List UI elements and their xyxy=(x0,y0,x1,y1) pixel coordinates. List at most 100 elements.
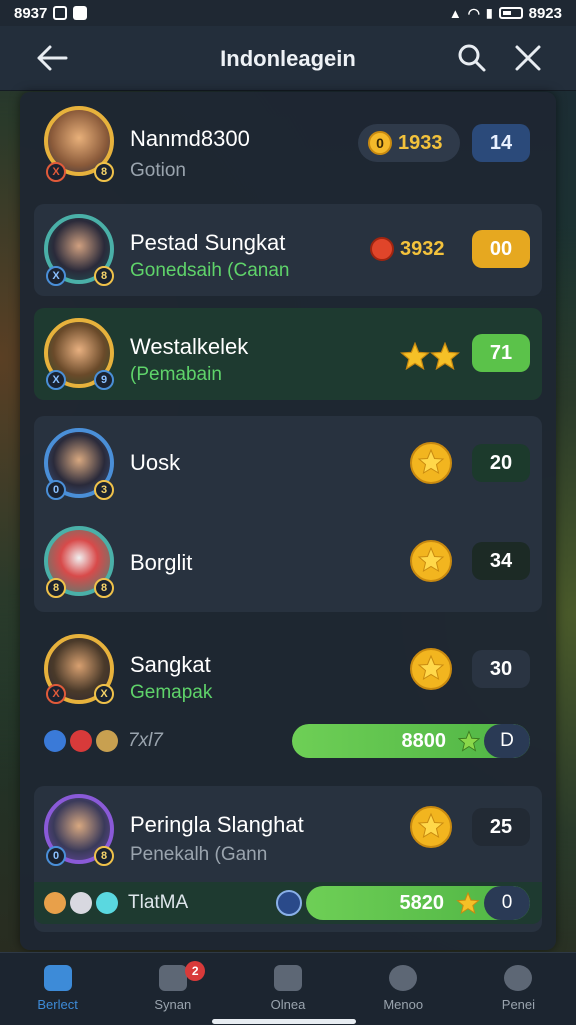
player-row[interactable]: 0 8 Peringla Slanghat Penekalh (Gann 25 … xyxy=(34,786,542,932)
wifi-icon: ◠ xyxy=(467,4,481,21)
player-row[interactable]: X X Sangkat Gemapak 30 7xl7 8800 D xyxy=(34,628,542,776)
progress-cap: 0 xyxy=(484,886,530,920)
player-badge: X xyxy=(46,684,66,704)
gem-value: 3932 xyxy=(400,237,445,260)
player-badge: 3 xyxy=(94,480,114,500)
player-badge: 8 xyxy=(94,162,114,182)
home-icon xyxy=(43,965,72,991)
chest-icon xyxy=(274,965,302,991)
rank-badge: 20 xyxy=(472,444,530,482)
star-icon xyxy=(400,342,430,370)
star-gem-icon xyxy=(44,892,66,914)
rank-badge: 71 xyxy=(472,334,530,372)
diamond-icon xyxy=(70,892,92,914)
player-name: Westalkelek xyxy=(130,334,249,359)
status-time-right: 8923 xyxy=(528,4,562,22)
player-row[interactable]: X 8 Pestad Sungkat Gonedsaih (Canan 3932… xyxy=(34,204,542,296)
player-name: Borglit xyxy=(130,550,193,575)
player-name: Pestad Sungkat xyxy=(130,230,286,255)
player-name: Nanmd8300 xyxy=(130,126,250,151)
player-badge: 9 xyxy=(94,370,114,390)
app-icon xyxy=(73,6,88,20)
star-coin-icon xyxy=(410,806,452,848)
sword-icon xyxy=(158,965,187,991)
player-badge: X xyxy=(46,370,66,390)
bottom-tab-bar: Berlect 2 Synan Olnea Menoo Penei xyxy=(0,952,576,1025)
progress-value: 8800 xyxy=(401,730,447,752)
star-icon xyxy=(458,730,480,752)
cell-icon: ▮ xyxy=(486,6,493,20)
status-right: ▲ ◠ ▮ 8923 xyxy=(449,5,562,22)
app-header: Indonleagein xyxy=(0,26,576,91)
player-row[interactable]: X 8 Nanmd8300 Gotion 0 1933 14 xyxy=(34,96,542,188)
coin-counter: 0 1933 xyxy=(358,124,460,162)
home-indicator xyxy=(212,1019,356,1024)
status-left: 8937 xyxy=(14,4,88,22)
player-name: Sangkat xyxy=(130,652,211,677)
star-icon xyxy=(430,342,460,370)
rank-badge: 00 xyxy=(472,230,530,268)
progress-bar: 5820 0 xyxy=(306,886,530,920)
progress-cap: D xyxy=(484,724,530,758)
rank-badge: 25 xyxy=(472,808,530,846)
leaderboard-panel: X 8 Nanmd8300 Gotion 0 1933 14 X 8 Pesta… xyxy=(20,92,556,950)
player-subtitle: Penekalh (Gann xyxy=(130,844,268,865)
search-icon[interactable] xyxy=(452,38,492,78)
notification-icon xyxy=(53,6,68,20)
footer-label: TlatMA xyxy=(128,892,189,913)
sapphire-icon xyxy=(44,730,66,752)
rank-badge: 30 xyxy=(472,650,530,688)
notification-badge: 2 xyxy=(185,961,206,981)
player-badge: 0 xyxy=(46,480,66,500)
player-row[interactable]: 8 8 Borglit 34 xyxy=(34,514,542,612)
tab-label: Menoo xyxy=(383,997,424,1012)
close-icon[interactable] xyxy=(508,38,548,78)
coin-value: 1933 xyxy=(398,131,443,154)
rank-badge: 14 xyxy=(472,124,530,162)
player-badge: 8 xyxy=(94,578,114,598)
star-coin-icon xyxy=(410,648,452,690)
battery-icon xyxy=(498,7,523,19)
tab-menu[interactable]: Menoo xyxy=(346,953,461,1025)
gem-counter: 3932 xyxy=(360,230,460,268)
player-subtitle: Gotion xyxy=(130,160,186,181)
progress-bar: 8800 D xyxy=(292,724,530,758)
tab-label: Synan xyxy=(154,997,192,1012)
player-badge: X xyxy=(94,684,114,704)
coin-icon: 0 xyxy=(368,131,392,155)
tab-label: Olnea xyxy=(270,997,306,1012)
ruby-icon xyxy=(370,237,394,261)
rank-badge: 34 xyxy=(472,542,530,580)
player-subtitle: Gemapak xyxy=(130,682,213,703)
status-bar: 8937 ▲ ◠ ▮ 8923 xyxy=(0,0,576,26)
star-coin-icon xyxy=(410,540,452,582)
gold-gem-icon xyxy=(96,730,118,752)
footer-label: 7xl7 xyxy=(128,730,163,751)
player-name: Peringla Slanghat xyxy=(130,812,304,837)
tab-chest[interactable]: Olnea xyxy=(230,953,345,1025)
crystal-icon xyxy=(96,892,118,914)
tab-label: Berlect xyxy=(37,997,78,1012)
star-icon xyxy=(456,892,480,914)
player-name: Uosk xyxy=(130,450,181,475)
player-badge: X xyxy=(46,266,66,286)
signal-icon: ▲ xyxy=(448,5,462,21)
user-icon xyxy=(504,965,533,991)
profile-icon xyxy=(389,965,418,991)
shield-icon xyxy=(276,890,302,916)
tab-profile[interactable]: Penei xyxy=(461,953,576,1025)
player-subtitle: Gonedsaih (Canan xyxy=(130,260,290,281)
player-badge: 0 xyxy=(46,846,66,866)
status-time: 8937 xyxy=(14,4,48,22)
tab-label: Penei xyxy=(501,997,536,1012)
player-badge: 8 xyxy=(94,846,114,866)
ruby-icon xyxy=(70,730,92,752)
player-row[interactable]: 0 3 Uosk 20 xyxy=(34,416,542,514)
player-group-card: 0 3 Uosk 20 8 8 Borglit 34 xyxy=(34,416,542,612)
player-subtitle: (Pemabain xyxy=(130,364,222,385)
tab-home[interactable]: Berlect xyxy=(0,953,115,1025)
star-coin-icon xyxy=(410,442,452,484)
tab-battle[interactable]: 2 Synan xyxy=(115,953,230,1025)
progress-value: 5820 xyxy=(399,892,445,914)
player-row[interactable]: X 9 Westalkelek (Pemabain 71 xyxy=(34,308,542,400)
